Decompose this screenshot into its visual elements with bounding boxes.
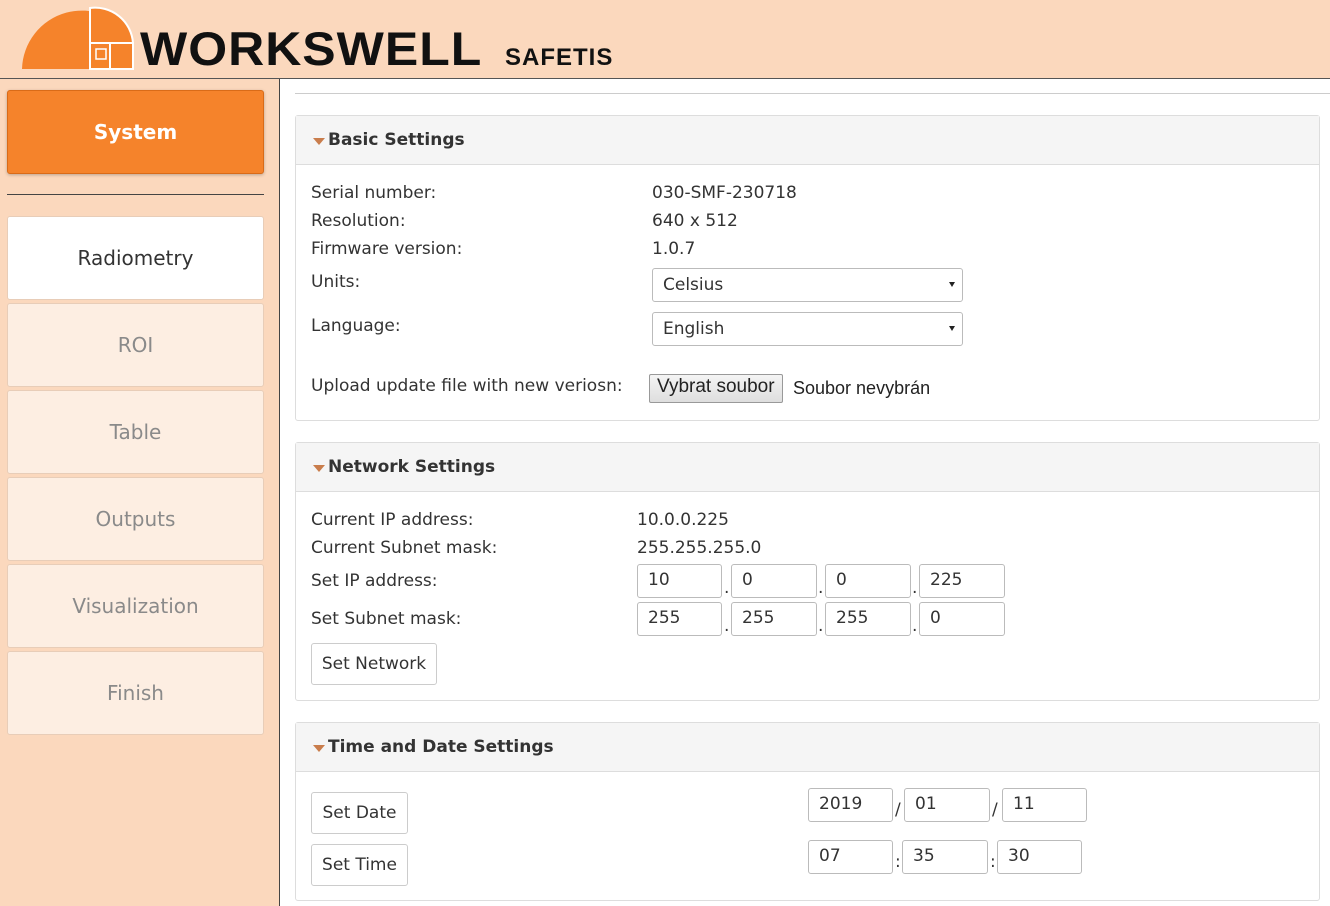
set-network-button[interactable]: Set Network <box>311 643 437 685</box>
sidebar-item-table[interactable]: Table <box>7 390 264 474</box>
sidebar-item-system[interactable]: System <box>7 90 264 174</box>
upload-label: Upload update file with new veriosn: <box>311 376 623 396</box>
date-separator: / <box>992 800 998 820</box>
sidebar-item-label: Finish <box>107 681 164 705</box>
current-mask-label: Current Subnet mask: <box>311 538 498 558</box>
brand-name: WORKSWELL <box>140 22 483 76</box>
units-label: Units: <box>311 272 361 292</box>
ip-octet-1-input[interactable]: 10 <box>637 564 722 598</box>
ip-octet-2-input[interactable]: 0 <box>731 564 817 598</box>
mask-octet-2-input[interactable]: 255 <box>731 602 817 636</box>
mask-separator: . <box>912 616 918 636</box>
units-select[interactable]: Celsius <box>652 268 963 302</box>
brand: WORKSWELL SAFETIS <box>140 20 612 78</box>
panel-title: Network Settings <box>328 457 496 477</box>
dropdown-arrow-icon <box>949 326 955 331</box>
brand-product: SAFETIS <box>505 44 614 71</box>
ip-separator: . <box>724 578 730 598</box>
caret-down-icon <box>313 744 325 752</box>
second-input[interactable]: 30 <box>997 840 1082 874</box>
serial-value: 030-SMF-230718 <box>652 183 797 203</box>
mask-octet-3-input[interactable]: 255 <box>825 602 911 636</box>
content-divider <box>295 93 1330 94</box>
sidebar-item-label: Outputs <box>95 507 176 531</box>
sidebar-item-finish[interactable]: Finish <box>7 651 264 735</box>
header: WORKSWELL SAFETIS <box>0 0 1330 79</box>
language-selected-value: English <box>663 319 725 339</box>
caret-down-icon <box>313 137 325 145</box>
language-select[interactable]: English <box>652 312 963 346</box>
caret-down-icon <box>313 464 325 472</box>
current-ip-value: 10.0.0.225 <box>637 510 729 530</box>
sidebar-item-label: ROI <box>117 333 154 357</box>
sidebar-item-label: Radiometry <box>77 246 194 270</box>
workswell-logo-icon <box>22 6 135 70</box>
mask-separator: . <box>818 616 824 636</box>
sidebar-item-outputs[interactable]: Outputs <box>7 477 264 561</box>
network-settings-header[interactable]: Network Settings <box>296 443 1319 492</box>
minute-input[interactable]: 35 <box>902 840 988 874</box>
set-mask-label: Set Subnet mask: <box>311 609 462 629</box>
sidebar-divider <box>7 194 264 195</box>
sidebar-item-label: Table <box>109 420 162 444</box>
sidebar-item-roi[interactable]: ROI <box>7 303 264 387</box>
time-separator: : <box>895 852 901 872</box>
basic-settings-header[interactable]: Basic Settings <box>296 116 1319 165</box>
resolution-label: Resolution: <box>311 211 406 231</box>
sidebar: System Radiometry ROI Table Outputs Visu… <box>0 79 280 906</box>
firmware-label: Firmware version: <box>311 239 463 259</box>
hour-input[interactable]: 07 <box>808 840 893 874</box>
mask-octet-1-input[interactable]: 255 <box>637 602 722 636</box>
year-input[interactable]: 2019 <box>808 788 893 822</box>
sidebar-item-radiometry[interactable]: Radiometry <box>7 216 264 300</box>
set-time-button[interactable]: Set Time <box>311 844 408 886</box>
month-input[interactable]: 01 <box>904 788 990 822</box>
units-selected-value: Celsius <box>663 275 724 295</box>
sidebar-item-label: Visualization <box>72 594 199 618</box>
ip-separator: . <box>818 578 824 598</box>
date-separator: / <box>895 800 901 820</box>
time-separator: : <box>990 852 996 872</box>
dropdown-arrow-icon <box>949 282 955 287</box>
current-ip-label: Current IP address: <box>311 510 474 530</box>
ip-octet-4-input[interactable]: 225 <box>919 564 1005 598</box>
sidebar-item-label: System <box>93 120 178 144</box>
panel-title: Basic Settings <box>328 130 465 150</box>
ip-separator: . <box>912 578 918 598</box>
sidebar-item-visualization[interactable]: Visualization <box>7 564 264 648</box>
choose-file-button[interactable]: Vybrat soubor <box>649 374 783 403</box>
serial-label: Serial number: <box>311 183 437 203</box>
day-input[interactable]: 11 <box>1002 788 1087 822</box>
resolution-value: 640 x 512 <box>652 211 738 231</box>
panel-title: Time and Date Settings <box>328 737 554 757</box>
time-date-settings-header[interactable]: Time and Date Settings <box>296 723 1319 772</box>
language-label: Language: <box>311 316 401 336</box>
ip-octet-3-input[interactable]: 0 <box>825 564 911 598</box>
mask-octet-4-input[interactable]: 0 <box>919 602 1005 636</box>
set-ip-label: Set IP address: <box>311 571 438 591</box>
mask-separator: . <box>724 616 730 636</box>
file-status: Soubor nevybrán <box>793 378 931 398</box>
current-mask-value: 255.255.255.0 <box>637 538 762 558</box>
firmware-value: 1.0.7 <box>652 239 696 259</box>
set-date-button[interactable]: Set Date <box>311 792 408 834</box>
